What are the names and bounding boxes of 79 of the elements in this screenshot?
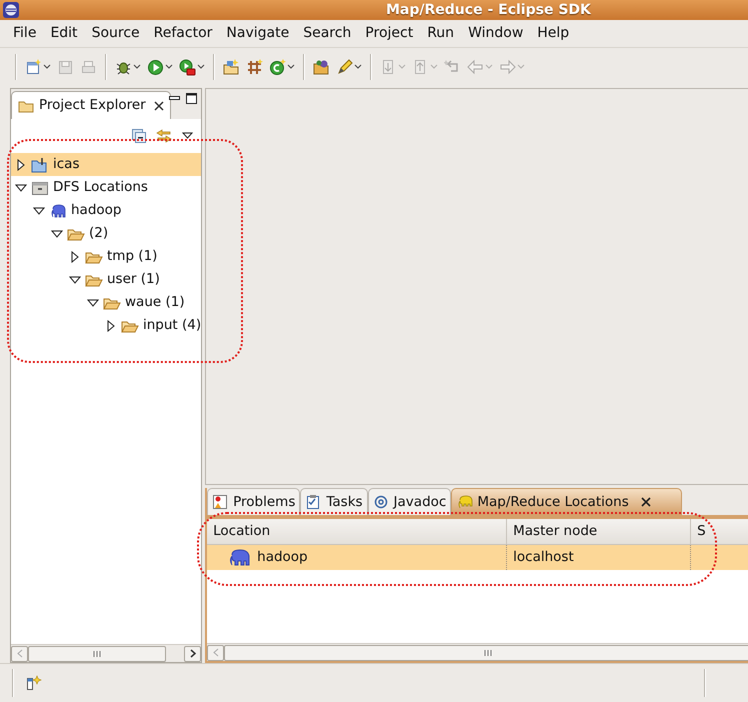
caret-icon xyxy=(197,64,205,70)
menu-item[interactable]: Refactor xyxy=(146,20,220,47)
tree-item[interactable]: user (1) xyxy=(11,268,202,291)
window-title: Map/Reduce - Eclipse SDK xyxy=(386,1,591,20)
new-view-icon[interactable] xyxy=(26,674,42,690)
menu-item[interactable]: Edit xyxy=(43,20,85,47)
new-class-icon xyxy=(269,58,286,76)
caret-icon xyxy=(133,64,141,70)
collapsed-arrow-icon[interactable] xyxy=(69,250,81,262)
caret-icon xyxy=(485,64,493,70)
close-icon[interactable] xyxy=(154,100,164,110)
project-explorer-tab[interactable]: Project Explorer xyxy=(11,91,171,119)
tree-item[interactable]: icas xyxy=(11,153,202,176)
expanded-arrow-icon[interactable] xyxy=(51,228,63,240)
tree-item[interactable]: (2) xyxy=(11,222,202,245)
menu-item[interactable]: Help xyxy=(530,20,576,47)
open-folder-icon xyxy=(313,58,330,76)
expanded-arrow-icon[interactable] xyxy=(15,182,27,194)
printer-icon xyxy=(80,58,97,76)
view-tab[interactable]: Tasks xyxy=(300,488,368,515)
collapse-all-icon[interactable] xyxy=(132,129,146,143)
back-arrow-icon xyxy=(467,58,484,76)
scrollbar-thumb[interactable] xyxy=(28,646,166,662)
menu-item[interactable]: Project xyxy=(358,20,420,47)
caret-icon xyxy=(287,64,295,70)
save-icon xyxy=(57,58,74,76)
new-file-icon xyxy=(25,58,42,76)
grip-icon xyxy=(93,650,101,656)
caret-icon xyxy=(43,64,51,70)
run-icon xyxy=(147,58,164,76)
drive-icon xyxy=(31,180,49,196)
run-tools-icon xyxy=(179,58,196,76)
tree-item[interactable]: DFS Locations xyxy=(11,176,202,199)
column-header[interactable]: S xyxy=(691,519,748,544)
table-row[interactable]: hadoop localhost xyxy=(207,545,748,570)
elephant-icon xyxy=(456,494,474,510)
maximize-icon[interactable] xyxy=(186,93,198,104)
column-header[interactable]: Master node xyxy=(507,519,692,544)
view-tab[interactable]: Problems xyxy=(207,488,300,515)
tree-item[interactable]: hadoop xyxy=(11,199,202,222)
menu-item[interactable]: File xyxy=(6,20,44,47)
view-tab[interactable]: Map/Reduce Locations xyxy=(451,488,682,515)
tree-item[interactable]: tmp (1) xyxy=(11,245,202,268)
collapsed-arrow-icon[interactable] xyxy=(105,320,117,332)
menu-item[interactable]: Navigate xyxy=(219,20,296,47)
view-menu-icon[interactable] xyxy=(182,132,194,140)
expanded-arrow-icon[interactable] xyxy=(87,296,99,308)
caret-icon xyxy=(517,64,525,70)
tree-item[interactable]: input (4) xyxy=(11,314,202,337)
forward-arrow-icon xyxy=(499,58,516,76)
menu-item[interactable]: Search xyxy=(296,20,358,47)
caret-icon xyxy=(165,64,173,70)
column-header[interactable]: Location xyxy=(207,519,508,544)
elephant-icon xyxy=(49,202,67,218)
folder-icon xyxy=(18,98,34,112)
caret-icon xyxy=(430,64,438,70)
menu-item[interactable]: Source xyxy=(84,20,147,47)
expanded-arrow-icon[interactable] xyxy=(69,274,81,286)
table-cell-text: hadoop xyxy=(257,548,308,567)
package-icon xyxy=(223,58,240,76)
tree-item[interactable]: waue (1) xyxy=(11,291,202,314)
caret-icon xyxy=(398,64,406,70)
menu-item[interactable]: Window xyxy=(461,20,530,47)
collapsed-arrow-icon[interactable] xyxy=(15,158,27,170)
link-arrows-icon[interactable] xyxy=(156,129,172,143)
grid-icon xyxy=(246,58,263,76)
pen-icon xyxy=(336,58,353,76)
close-icon[interactable] xyxy=(640,497,651,507)
project-folder-icon xyxy=(31,156,49,172)
eclipse-logo-icon xyxy=(3,2,19,18)
view-tab[interactable]: Javadoc xyxy=(368,488,452,515)
problems-icon xyxy=(212,494,230,510)
scroll-right-button[interactable] xyxy=(184,646,202,662)
expanded-arrow-icon[interactable] xyxy=(33,204,45,216)
scrollbar-thumb[interactable] xyxy=(224,644,748,660)
grip-icon xyxy=(484,650,492,656)
caret-icon xyxy=(354,64,362,70)
table-cell-text: localhost xyxy=(513,548,574,567)
menu-item[interactable]: Run xyxy=(420,20,462,47)
